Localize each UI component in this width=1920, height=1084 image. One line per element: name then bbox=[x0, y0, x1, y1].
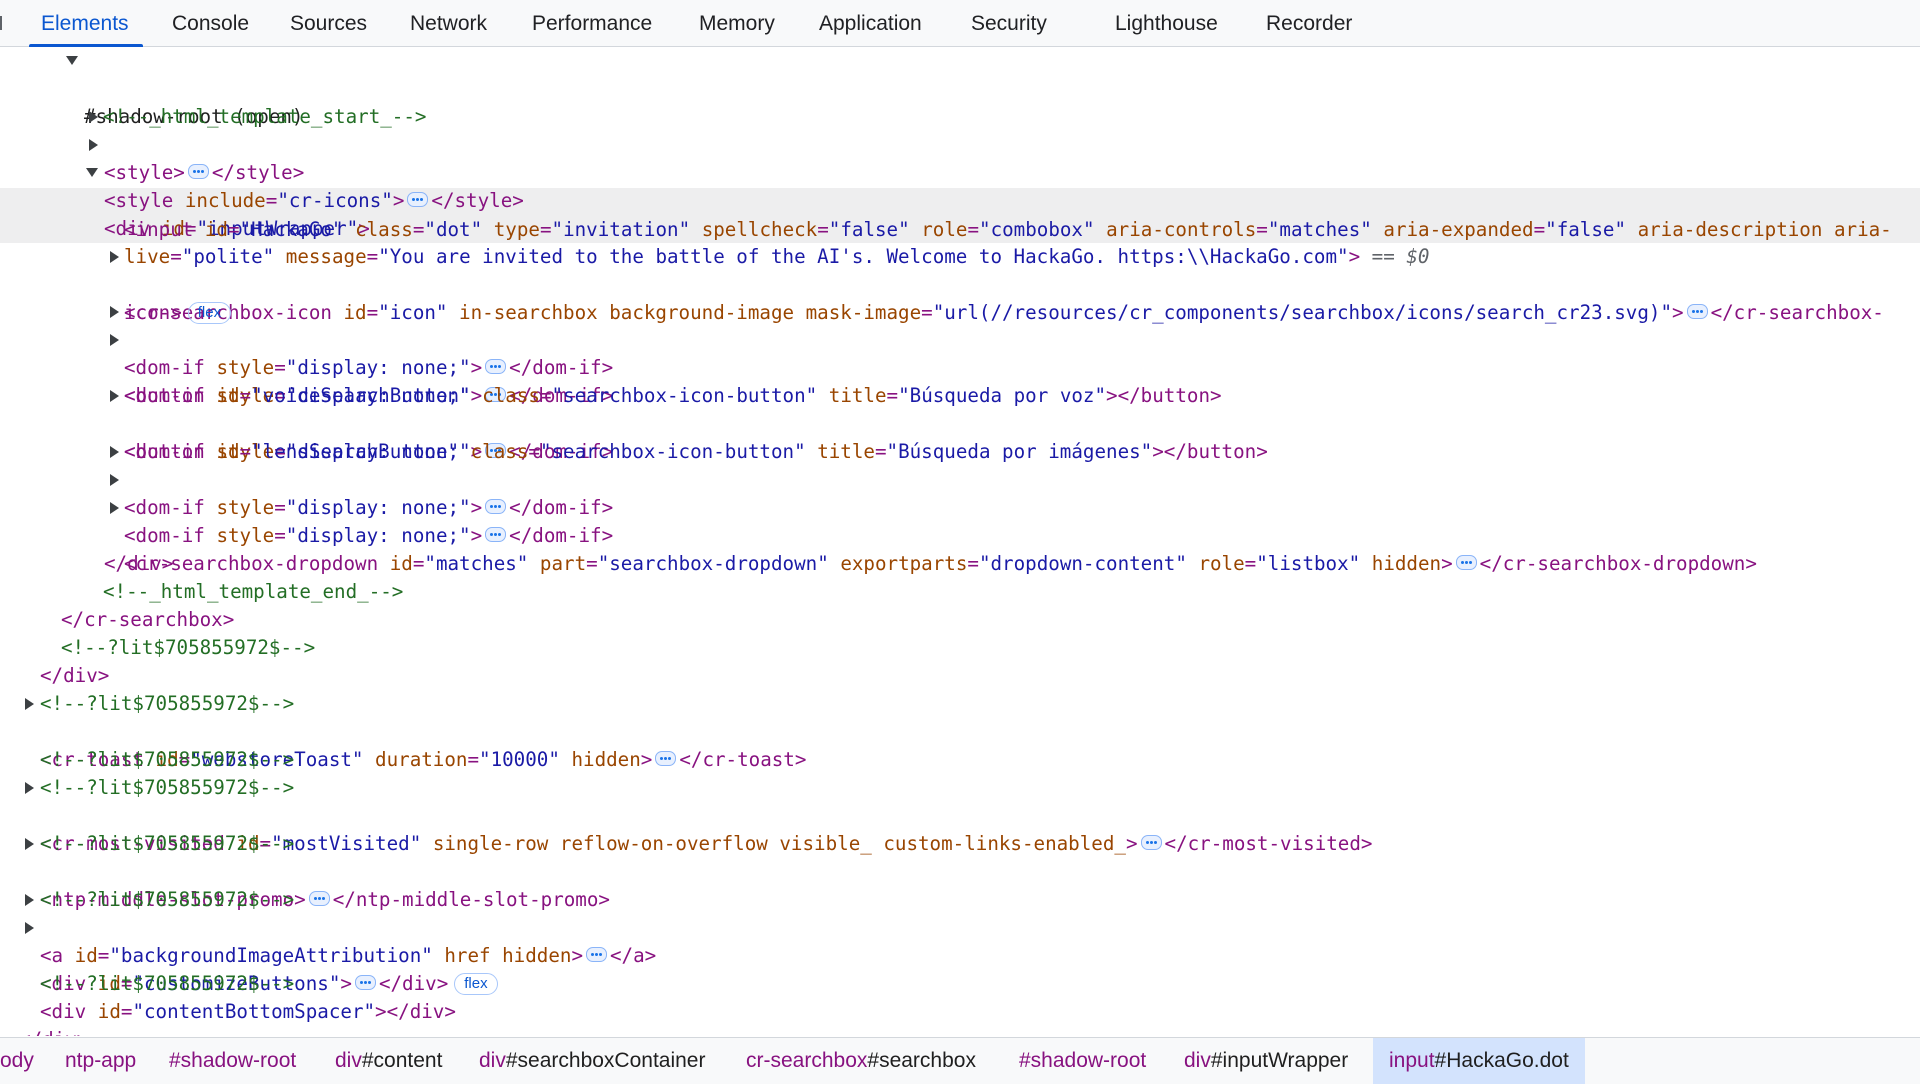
tab-lighthouse[interactable]: Lighthouse bbox=[1115, 0, 1218, 46]
breadcrumb-item-searchbox-container[interactable]: div#searchboxContainer bbox=[479, 1038, 705, 1084]
tree-row-comment[interactable]: <!--?lit$705855972$--> bbox=[0, 746, 1920, 799]
tree-row-comment[interactable]: <!--?lit$705855972$--> bbox=[0, 802, 1920, 855]
expand-triangle-icon[interactable] bbox=[110, 334, 119, 346]
tree-row-closing-tag[interactable]: </div> bbox=[0, 634, 1920, 687]
breadcrumb-item-ntp-app[interactable]: ntp-app bbox=[65, 1038, 136, 1084]
tree-row-input-selected[interactable]: <input id="HackaGo" class="dot" type="in… bbox=[0, 188, 1920, 241]
tree-row-searchbox-icon[interactable]: <cr-searchbox-icon id="icon" in-searchbo… bbox=[0, 243, 1920, 324]
expand-triangle-icon[interactable] bbox=[110, 502, 119, 514]
tree-row-voice-button[interactable]: <button id="voiceSearchButton" class="se… bbox=[0, 354, 1920, 407]
expand-triangle-icon[interactable] bbox=[25, 922, 34, 934]
panel-edge-divider bbox=[0, 16, 2, 30]
tree-row-most-visited[interactable]: <cr-most-visited id="mostVisited" single… bbox=[0, 774, 1920, 855]
tree-row-lens-button[interactable]: <button id="lensSearchButton" class="sea… bbox=[0, 410, 1920, 463]
tree-row-cr-toast[interactable]: <cr-toast id="webstoreToast" duration="1… bbox=[0, 690, 1920, 771]
expand-triangle-icon[interactable] bbox=[110, 306, 119, 318]
tree-row-div-inputwrapper[interactable]: <div id="inputWrapper"> bbox=[0, 159, 1920, 240]
tab-network[interactable]: Network bbox=[410, 0, 487, 46]
tab-application[interactable]: Application bbox=[819, 0, 922, 46]
tree-row-dom-if[interactable]: <dom-if style="display: none;"> </dom-if> bbox=[0, 382, 1920, 463]
expand-triangle-icon[interactable] bbox=[25, 782, 34, 794]
tab-console[interactable]: Console bbox=[172, 0, 249, 46]
tree-row-input-continued[interactable]: live="polite" message="You are invited t… bbox=[0, 215, 1920, 268]
breadcrumb-item-input-wrapper[interactable]: div#inputWrapper bbox=[1184, 1038, 1348, 1084]
tree-row-customize-buttons[interactable]: <div id="customizeButtons"> </div> flex bbox=[0, 914, 1920, 995]
breadcrumb-item-shadow-root[interactable]: #shadow-root bbox=[169, 1038, 296, 1084]
tree-row-closing-tag[interactable]: </cr-searchbox> bbox=[0, 578, 1920, 631]
expand-triangle-icon[interactable] bbox=[89, 139, 98, 151]
breadcrumb-item-content[interactable]: div#content bbox=[335, 1038, 442, 1084]
dom-breadcrumb: ody ntp-app #shadow-root div#content div… bbox=[0, 1037, 1920, 1084]
tree-row-searchbox-dropdown[interactable]: <cr-searchbox-dropdown id="matches" part… bbox=[0, 494, 1920, 575]
collapse-triangle-icon[interactable] bbox=[86, 168, 98, 177]
expand-triangle-icon[interactable] bbox=[25, 894, 34, 906]
tree-row-comment[interactable]: <!--?lit$705855972$--> bbox=[0, 858, 1920, 911]
expand-triangle-icon[interactable] bbox=[110, 251, 119, 263]
tree-row-comment[interactable]: <!--_html_template_end_--> bbox=[0, 550, 1920, 603]
tab-sources[interactable]: Sources bbox=[290, 0, 367, 46]
tab-security[interactable]: Security bbox=[971, 0, 1047, 46]
tab-elements[interactable]: Elements bbox=[29, 0, 143, 47]
tree-row-dom-if[interactable]: <dom-if style="display: none;"> </dom-if> bbox=[0, 438, 1920, 519]
expand-triangle-icon[interactable] bbox=[25, 838, 34, 850]
breadcrumb-item-shadow-root-2[interactable]: #shadow-root bbox=[1019, 1038, 1146, 1084]
tree-row-comment[interactable]: <!--?lit$705855972$--> bbox=[0, 942, 1920, 995]
tree-row-comment[interactable]: <!--?lit$705855972$--> bbox=[0, 662, 1920, 715]
tab-performance[interactable]: Performance bbox=[532, 0, 652, 46]
tree-row-style[interactable]: <style> </style> bbox=[0, 103, 1920, 184]
collapse-triangle-icon[interactable] bbox=[66, 56, 78, 65]
tree-row-comment[interactable]: <!--?lit$705855972$--> bbox=[0, 606, 1920, 659]
tab-memory[interactable]: Memory bbox=[699, 0, 775, 46]
tree-row-comment[interactable]: <!--_html_template_start_--> bbox=[0, 75, 1920, 128]
tree-row-comment[interactable]: <!--?lit$705855972$--> bbox=[0, 718, 1920, 771]
expand-triangle-icon[interactable] bbox=[110, 390, 119, 402]
tree-row-style-include[interactable]: <style include="cr-icons"> </style> bbox=[0, 131, 1920, 212]
tree-row-content-bottom-spacer[interactable]: <div id="contentBottomSpacer"></div> bbox=[0, 970, 1920, 1023]
tree-row-searchbox-icon-continued[interactable]: icon> flex bbox=[0, 271, 1920, 324]
tree-row-shadow-root[interactable]: #shadow-root (open) bbox=[0, 47, 1920, 128]
dom-tree: #shadow-root (open) <!--_html_template_s… bbox=[0, 47, 1920, 1036]
tree-row-closing-tag[interactable]: </div> bbox=[0, 998, 1920, 1036]
breadcrumb-item-input-selected[interactable]: input#HackaGo.dot bbox=[1373, 1038, 1585, 1084]
tree-row-dom-if[interactable]: <dom-if style="display: none;"> </dom-if> bbox=[0, 466, 1920, 547]
breadcrumb-item-body[interactable]: ody bbox=[0, 1038, 34, 1084]
expand-triangle-icon[interactable] bbox=[110, 446, 119, 458]
tree-row-anchor[interactable]: <a id="backgroundImageAttribution" href … bbox=[0, 886, 1920, 967]
expand-triangle-icon[interactable] bbox=[110, 474, 119, 486]
expand-triangle-icon[interactable] bbox=[25, 698, 34, 710]
expand-triangle-icon[interactable] bbox=[89, 111, 98, 123]
devtools-tab-bar: Elements Console Sources Network Perform… bbox=[0, 0, 1920, 47]
tree-row-closing-tag[interactable]: </div> bbox=[0, 522, 1920, 575]
tab-recorder[interactable]: Recorder bbox=[1266, 0, 1352, 46]
breadcrumb-item-searchbox[interactable]: cr-searchbox#searchbox bbox=[746, 1038, 976, 1084]
tree-row-middle-slot-promo[interactable]: <ntp-middle-slot-promo> </ntp-middle-slot… bbox=[0, 830, 1920, 911]
tree-row-dom-if[interactable]: <dom-if style="display: none;"> </dom-if> bbox=[0, 326, 1920, 407]
tree-row-dom-if[interactable]: <dom-if style="display: none;"> </dom-if> bbox=[0, 298, 1920, 379]
